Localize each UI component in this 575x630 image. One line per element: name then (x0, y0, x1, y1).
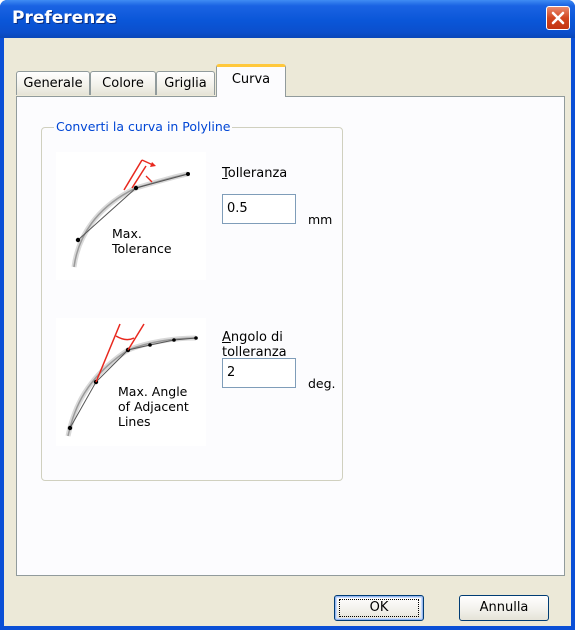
caption-line: Lines (118, 414, 151, 429)
window-title: Preferenze (12, 8, 117, 28)
close-icon (551, 11, 565, 25)
close-button[interactable] (546, 6, 570, 30)
mnemonic-char: A (222, 330, 231, 345)
ok-button[interactable]: OK (334, 595, 424, 621)
tab-label: Griglia (164, 76, 207, 91)
tab-generale[interactable]: Generale (16, 71, 90, 95)
tab-label: Curva (231, 72, 271, 87)
caption-line: Max. (112, 226, 142, 241)
focus-rectangle (339, 599, 419, 617)
tab-griglia[interactable]: Griglia (156, 71, 215, 95)
angle-input[interactable]: 2 (222, 358, 296, 388)
tolerance-caption: Max. Tolerance (112, 226, 192, 256)
tab-panel-curva: Converti la curva in Polyline Max. Toler… (16, 96, 565, 576)
tab-curva[interactable]: Curva (216, 64, 286, 97)
caption-line: Max. Angle (118, 384, 188, 399)
caption-line: of Adjacent (118, 399, 189, 414)
angle-illustration: Max. Angle of Adjacent Lines (56, 318, 206, 446)
cancel-label: Annulla (479, 600, 529, 615)
tolerance-input[interactable]: 0.5 (222, 194, 296, 224)
title-bar[interactable]: Preferenze (0, 0, 575, 38)
cancel-button[interactable]: Annulla (459, 595, 549, 621)
tolerance-illustration: Max. Tolerance (56, 152, 206, 280)
tab-label: Generale (23, 76, 83, 91)
group-title: Converti la curva in Polyline (54, 119, 233, 135)
tab-label: Colore (102, 76, 144, 91)
tolerance-diagram (71, 159, 190, 268)
convert-curve-group: Converti la curva in Polyline Max. Toler… (41, 119, 343, 481)
label-text: olleranza (227, 166, 288, 181)
label-text: ngolo di tolleranza (222, 330, 287, 360)
angle-unit: deg. (308, 376, 336, 391)
preferences-dialog: Preferenze Generale Colore Griglia Curva… (0, 0, 575, 630)
tab-colore[interactable]: Colore (90, 71, 156, 95)
angle-caption: Max. Angle of Adjacent Lines (118, 384, 206, 429)
tolerance-label: Tolleranza (222, 166, 287, 181)
tolerance-unit: mm (308, 212, 333, 227)
caption-line: Tolerance (112, 241, 172, 256)
dialog-body: Generale Colore Griglia Curva Converti l… (4, 38, 571, 626)
angle-label: Angolo di tolleranza (222, 330, 342, 360)
